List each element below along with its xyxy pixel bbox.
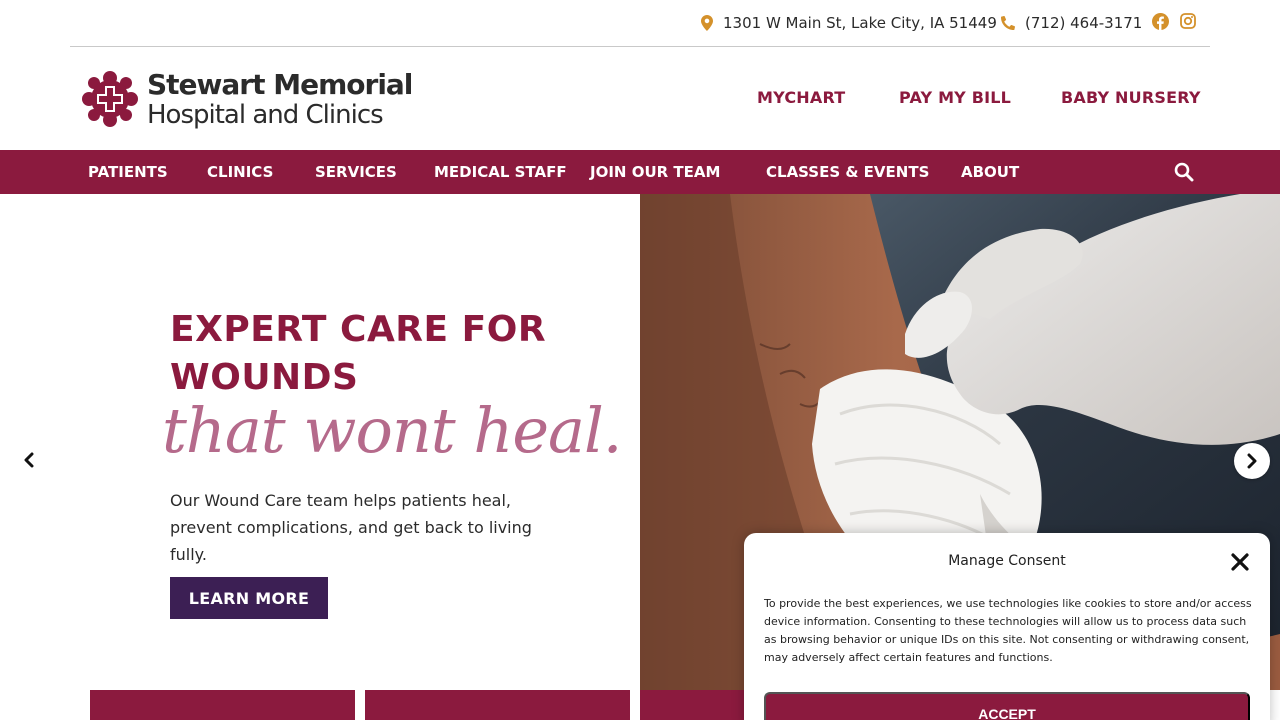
slider-prev-arrow-icon[interactable]	[18, 449, 40, 471]
nav-item-clinics[interactable]: CLINICS	[207, 163, 273, 181]
close-icon[interactable]	[1230, 552, 1250, 572]
pay-my-bill-link[interactable]: PAY MY BILL	[899, 88, 1011, 107]
main-navigation: PATIENTS CLINICS SERVICES MEDICAL STAFF …	[0, 150, 1280, 194]
hero-headline: EXPERT CARE FOR WOUNDS	[170, 309, 547, 398]
consent-description: To provide the best experiences, we use …	[764, 597, 1252, 664]
phone-text: (712) 464-3171	[1025, 14, 1143, 32]
nav-item-classes-events[interactable]: CLASSES & EVENTS	[766, 163, 929, 181]
facebook-icon[interactable]	[1151, 12, 1169, 30]
map-pin-icon	[701, 15, 713, 31]
nav-item-services[interactable]: SERVICES	[315, 163, 397, 181]
nav-item-medical-staff[interactable]: MEDICAL STAFF	[434, 163, 567, 181]
accept-button[interactable]: ACCEPT	[764, 692, 1250, 720]
search-icon[interactable]	[1174, 162, 1194, 182]
top-utility-bar: 1301 W Main St, Lake City, IA 51449 (712…	[70, 0, 1210, 47]
baby-nursery-link[interactable]: BABY NURSERY	[1061, 88, 1201, 107]
nav-item-about[interactable]: ABOUT	[961, 163, 1019, 181]
nav-item-patients[interactable]: PATIENTS	[88, 163, 168, 181]
consent-dialog: Manage Consent To provide the best exper…	[744, 533, 1270, 720]
phone-icon	[1001, 16, 1015, 30]
address-link[interactable]: 1301 W Main St, Lake City, IA 51449	[701, 13, 997, 33]
feature-tile[interactable]	[365, 690, 630, 720]
phone-link[interactable]: (712) 464-3171	[1001, 13, 1142, 33]
learn-more-button[interactable]: LEARN MORE	[170, 577, 328, 619]
nav-item-join-our-team[interactable]: JOIN OUR TEAM	[590, 163, 720, 181]
slider-next-arrow-icon[interactable]	[1234, 443, 1270, 479]
brand-name-line1: Stewart Memorial	[147, 67, 413, 101]
address-text: 1301 W Main St, Lake City, IA 51449	[723, 14, 997, 32]
consent-title: Manage Consent	[948, 553, 1066, 569]
instagram-icon[interactable]	[1179, 12, 1197, 30]
hospital-logo-icon	[80, 69, 140, 129]
mychart-link[interactable]: MYCHART	[757, 88, 845, 107]
brand-name-line2: Hospital and Clinics	[147, 99, 384, 130]
hero-body-text: Our Wound Care team helps patients heal,…	[170, 491, 532, 564]
site-logo[interactable]: Stewart Memorial Hospital and Clinics	[80, 66, 413, 132]
feature-tile[interactable]	[90, 690, 355, 720]
hero-script-tagline: that wont heal.	[162, 394, 623, 467]
